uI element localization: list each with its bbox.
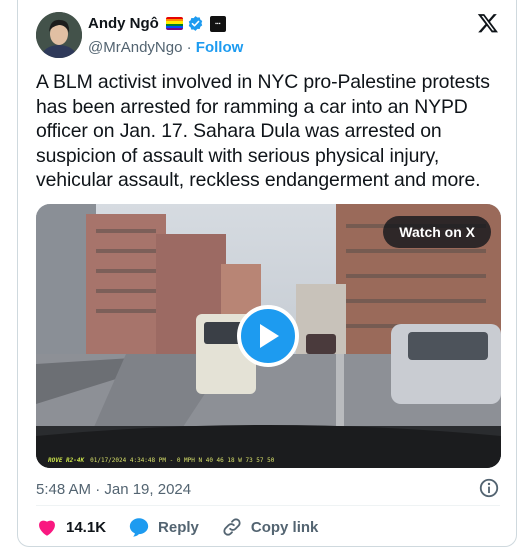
avatar[interactable] [36,12,82,58]
divider [36,505,500,506]
dashcam-brand: ROVE R2-4K [48,457,85,464]
x-logo-icon[interactable] [477,12,499,34]
author-handle[interactable]: @MrAndyNgo [88,39,182,56]
heart-icon [39,520,55,536]
verified-badge-icon [188,16,203,31]
handle-separator: · [182,39,196,56]
copy-link-button[interactable]: Copy link [221,516,319,538]
copy-link-label: Copy link [250,518,319,536]
like-button[interactable]: 14.1K [36,516,106,538]
rainbow-flag-icon [165,17,183,30]
watch-on-x-button[interactable]: Watch on X [383,216,491,248]
tweet-text: A BLM activist involved in NYC pro-Pales… [36,71,490,191]
follow-button[interactable]: Follow [196,39,244,56]
video-player[interactable]: Watch on X ROVE R2-4K 01/17/2024 4:34:48 … [36,204,501,468]
dashcam-info: 01/17/2024 4:34:48 PM - 0 MPH N 40 46 18… [90,457,275,464]
author-name-row: Andy Ngô ▪▪▪ [88,15,226,32]
like-count: 14.1K [66,518,107,536]
link-icon [223,518,241,536]
handle-row: @MrAndyNgo · Follow [88,39,243,56]
dashcam-overlay: ROVE R2-4K 01/17/2024 4:34:48 PM - 0 MPH … [48,457,274,464]
author-name[interactable]: Andy Ngô [88,15,159,32]
reply-label: Reply [158,518,199,536]
pnl-badge-icon: ▪▪▪ [209,15,226,32]
action-bar: 14.1K Reply Copy link [36,516,340,538]
play-icon [260,324,279,348]
play-button[interactable] [237,305,299,367]
info-icon[interactable] [478,477,500,499]
reply-bubble-icon [129,518,149,537]
reply-button[interactable]: Reply [128,516,199,538]
tweet-timestamp[interactable]: 5:48 AM · Jan 19, 2024 [36,481,191,498]
tweet-card: Andy Ngô ▪▪▪ @MrAndyNgo · Follow A BLM a… [17,0,517,547]
